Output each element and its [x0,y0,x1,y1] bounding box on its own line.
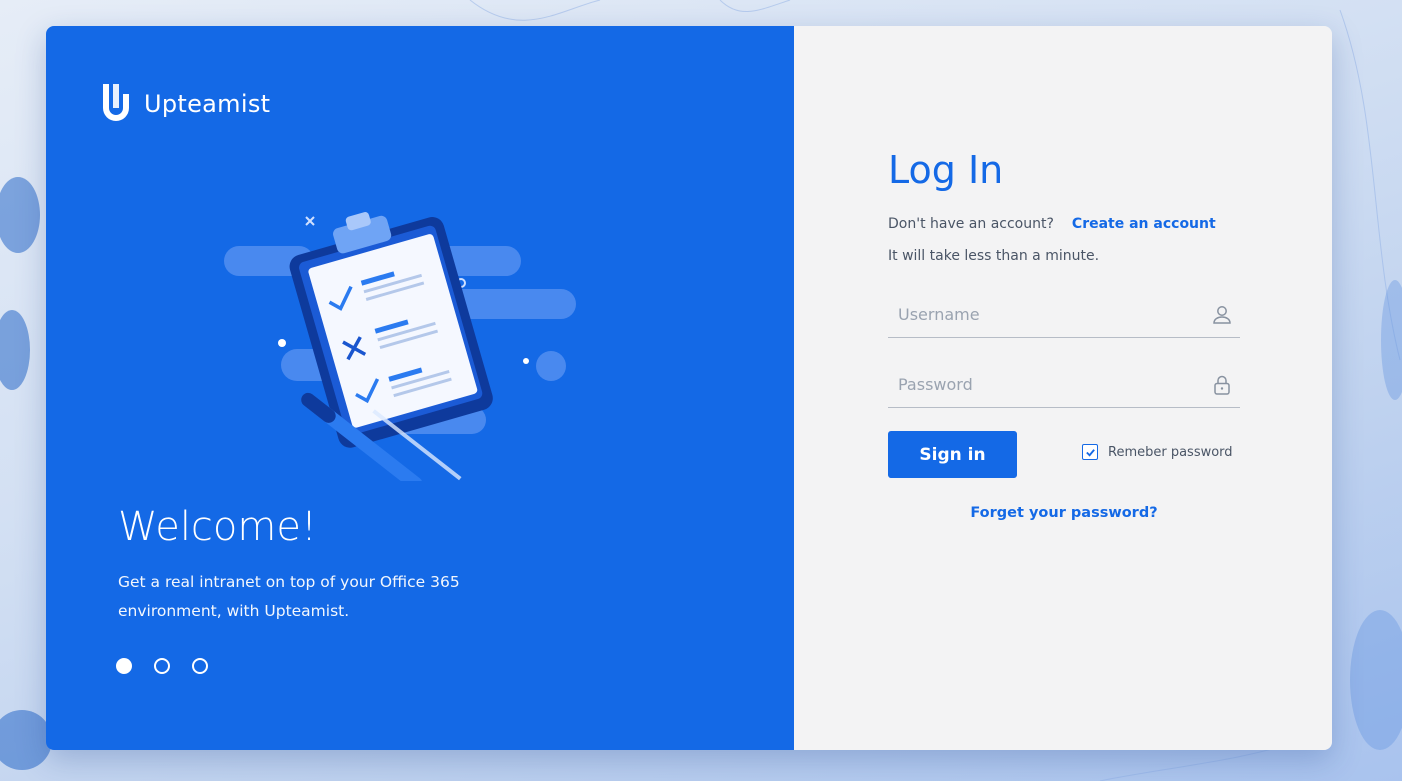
signup-prompt-row: Don't have an account? Create an account [888,216,1216,232]
password-field [888,362,1240,408]
forgot-password-link[interactable]: Forget your password? [970,505,1157,521]
lock-icon [1214,375,1230,395]
welcome-subtitle: Get a real intranet on top of your Offic… [118,573,460,620]
remember-password-option[interactable]: Remeber password [1082,444,1233,460]
login-panel: Log In Don't have an account? Create an … [794,26,1332,750]
carousel-dot-3[interactable] [192,658,208,674]
login-card: Upteamist Welcome! Get a real intranet o… [46,26,1332,750]
username-input[interactable] [888,292,1210,337]
remember-password-checkbox[interactable] [1082,444,1098,460]
welcome-title: Welcome! [118,504,318,550]
login-title: Log In [888,148,1004,192]
forgot-password-row: Forget your password? [888,505,1240,521]
signup-note: It will take less than a minute. [888,248,1100,264]
sign-in-button[interactable]: Sign in [888,431,1017,478]
create-account-link[interactable]: Create an account [1072,216,1216,232]
checkmark-icon [1085,448,1095,457]
welcome-panel: Upteamist Welcome! Get a real intranet o… [46,26,794,750]
carousel-dots [116,658,208,674]
brand-logo[interactable]: Upteamist [100,82,270,126]
signup-prompt-text: Don't have an account? [888,216,1054,232]
user-icon [1213,305,1231,324]
password-input[interactable] [888,362,1210,407]
brand-name: Upteamist [144,90,271,118]
carousel-dot-2[interactable] [154,658,170,674]
username-field [888,292,1240,338]
clipboard-checklist-illustration [224,212,576,481]
carousel-dot-1[interactable] [116,658,132,674]
upteamist-logo-icon [103,84,129,121]
remember-password-label: Remeber password [1108,444,1233,460]
